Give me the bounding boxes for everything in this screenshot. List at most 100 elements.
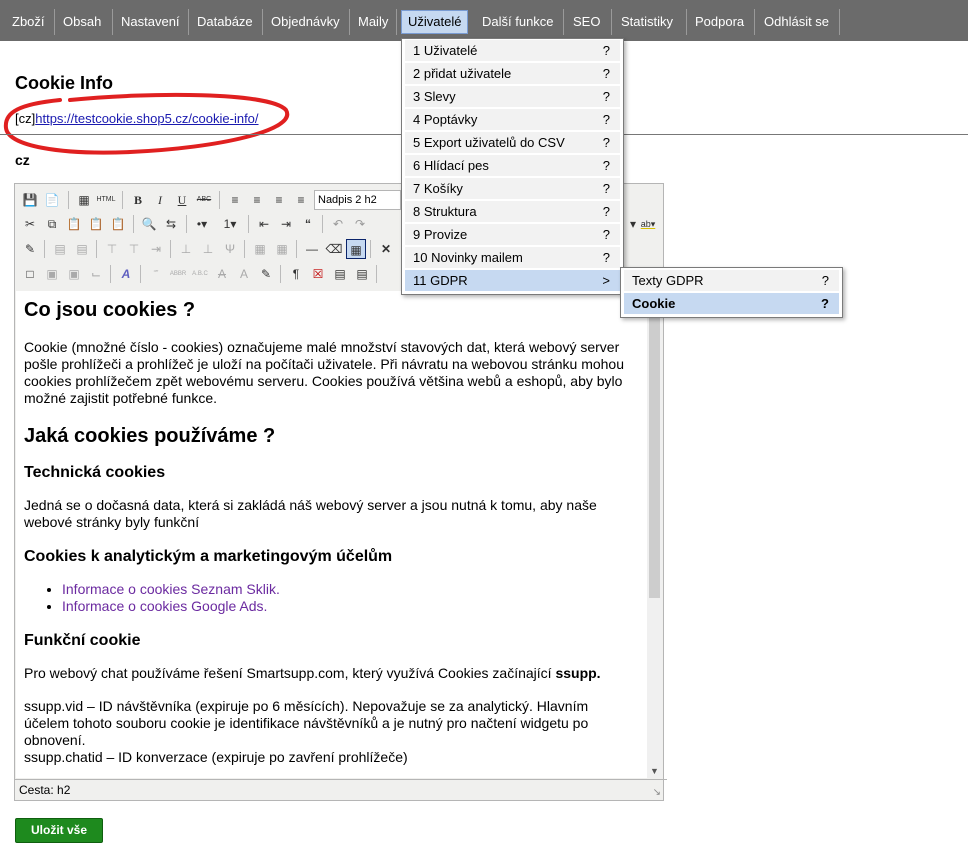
scrollbar-thumb[interactable]	[649, 303, 660, 598]
scroll-down-icon[interactable]: ▼	[650, 766, 659, 776]
nav-item-databaze[interactable]: Databáze	[197, 11, 253, 33]
horizontal-rule-icon[interactable]: —	[302, 239, 322, 259]
split-cells-icon[interactable]: ▦	[250, 239, 270, 259]
nav-item-zbozi[interactable]: Zboží	[12, 11, 45, 33]
align-justify-icon[interactable]: ≡	[291, 190, 311, 210]
cite-icon[interactable]: “”	[146, 264, 166, 284]
delete-row-icon[interactable]: ⇥	[146, 239, 166, 259]
menu-item-uzivatele[interactable]: 1 Uživatelé?	[405, 40, 620, 61]
close-icon[interactable]: ✕	[376, 239, 396, 259]
nav-item-statistiky[interactable]: Statistiky	[621, 11, 673, 33]
help-mark[interactable]: ?	[603, 63, 610, 84]
replace-icon[interactable]: ⇆	[161, 214, 181, 234]
menu-item-export-csv[interactable]: 5 Export uživatelů do CSV?	[405, 132, 620, 153]
menu-item-pridat-uzivatele[interactable]: 2 přidat uživatele?	[405, 63, 620, 84]
delete-text-icon[interactable]: A	[212, 264, 232, 284]
visual-aid-icon[interactable]: ▦	[346, 239, 366, 259]
format-select[interactable]: Nadpis 2 h2	[314, 190, 401, 210]
numbered-list-icon[interactable]: 1▾	[220, 214, 240, 234]
highlight-color-icon[interactable]: ab▾	[638, 214, 658, 234]
nav-item-uzivatele[interactable]: Uživatelé	[401, 10, 469, 34]
align-center-icon[interactable]: ≡	[247, 190, 267, 210]
indent-icon[interactable]: ⇥	[276, 214, 296, 234]
menu-item-provize[interactable]: 9 Provize?	[405, 224, 620, 245]
help-mark[interactable]: ?	[603, 155, 610, 176]
nav-item-objednavky[interactable]: Objednávky	[271, 11, 340, 33]
merge-cells-icon[interactable]: ▦	[272, 239, 292, 259]
align-left-icon[interactable]: ≡	[225, 190, 245, 210]
nonbreaking-icon[interactable]: ☒	[308, 264, 328, 284]
cut-icon[interactable]: ✂	[20, 214, 40, 234]
help-mark[interactable]: ?	[603, 201, 610, 222]
col-after-icon[interactable]: ⊥	[198, 239, 218, 259]
abbr-icon[interactable]: ABBR	[168, 264, 188, 284]
pilcrow-icon[interactable]: ¶	[286, 264, 306, 284]
editor-scrollbar[interactable]: ▼	[647, 291, 662, 778]
new-document-icon[interactable]: 📄	[42, 190, 62, 210]
menu-item-slevy[interactable]: 3 Slevy?	[405, 86, 620, 107]
paste-text-icon[interactable]: 📋	[86, 214, 106, 234]
nav-item-maily[interactable]: Maily	[358, 11, 388, 33]
help-mark[interactable]: ?	[603, 247, 610, 268]
acronym-icon[interactable]: A.B.C	[190, 264, 210, 284]
table-icon[interactable]: ▤	[50, 239, 70, 259]
italic-icon[interactable]: I	[150, 190, 170, 210]
preview-icon[interactable]: ▦	[74, 190, 94, 210]
help-mark[interactable]: ?	[822, 270, 829, 291]
nav-item-nastaveni[interactable]: Nastavení	[121, 11, 180, 33]
move-forward-icon[interactable]: ▣	[42, 264, 62, 284]
copy-icon[interactable]: ⧉	[42, 214, 62, 234]
help-mark[interactable]: ?	[603, 40, 610, 61]
bold-icon[interactable]: B	[128, 190, 148, 210]
table-props-icon[interactable]: ▤	[72, 239, 92, 259]
menu-item-kosiky[interactable]: 7 Košíky?	[405, 178, 620, 199]
help-mark[interactable]: ?	[603, 178, 610, 199]
nav-item-podpora[interactable]: Podpora	[695, 11, 744, 33]
help-mark[interactable]: ?	[603, 132, 610, 153]
strikethrough-icon[interactable]: ABC	[194, 190, 214, 210]
row-before-icon[interactable]: ⊤	[102, 239, 122, 259]
attributes-icon[interactable]: ✎	[256, 264, 276, 284]
menu-item-gdpr[interactable]: 11 GDPR >	[405, 270, 620, 291]
move-backward-icon[interactable]: ▣	[64, 264, 84, 284]
html-source-icon[interactable]: HTML	[96, 190, 116, 210]
help-mark[interactable]: ?	[821, 293, 829, 314]
nav-item-dalsi-funkce[interactable]: Další funkce	[482, 11, 554, 33]
redo-icon[interactable]: ↷	[350, 214, 370, 234]
menu-item-novinky-mailem[interactable]: 10 Novinky mailem?	[405, 247, 620, 268]
blockquote-icon[interactable]: “	[298, 214, 318, 234]
outdent-icon[interactable]: ⇤	[254, 214, 274, 234]
find-icon[interactable]: 🔍	[139, 214, 159, 234]
absolute-icon[interactable]: ⌙	[86, 264, 106, 284]
nav-item-odhlasit[interactable]: Odhlásit se	[764, 11, 829, 33]
align-right-icon[interactable]: ≡	[269, 190, 289, 210]
submenu-item-cookie[interactable]: Cookie?	[624, 293, 839, 314]
edit-css-icon[interactable]: ✎	[20, 239, 40, 259]
menu-item-hlidaci-pes[interactable]: 6 Hlídací pes?	[405, 155, 620, 176]
insert-layer-icon[interactable]: □	[20, 264, 40, 284]
underline-icon[interactable]: U	[172, 190, 192, 210]
save-icon[interactable]: 💾	[20, 190, 40, 210]
content-link[interactable]: Informace o cookies Seznam Sklik.	[62, 581, 280, 597]
remove-format-icon[interactable]: ⌫	[324, 239, 344, 259]
undo-icon[interactable]: ↶	[328, 214, 348, 234]
content-link[interactable]: Informace o cookies Google Ads.	[62, 598, 267, 614]
nav-item-obsah[interactable]: Obsah	[63, 11, 101, 33]
help-mark[interactable]: ?	[603, 86, 610, 107]
pagebreak-icon[interactable]: ▤	[352, 264, 372, 284]
menu-item-poptavky[interactable]: 4 Poptávky?	[405, 109, 620, 130]
paste-word-icon[interactable]: 📋	[108, 214, 128, 234]
menu-item-struktura[interactable]: 8 Struktura?	[405, 201, 620, 222]
resize-handle-icon[interactable]: ↘	[653, 787, 661, 798]
submenu-item-texty-gdpr[interactable]: Texty GDPR?	[624, 270, 839, 291]
row-after-icon[interactable]: ⊤	[124, 239, 144, 259]
editor-content-area[interactable]: Co jsou cookies ? Cookie (množné číslo -…	[16, 291, 647, 778]
styles-icon[interactable]: A	[116, 264, 136, 284]
help-mark[interactable]: ?	[603, 224, 610, 245]
col-before-icon[interactable]: ⊥	[176, 239, 196, 259]
insert-text-icon[interactable]: A	[234, 264, 254, 284]
help-mark[interactable]: ?	[603, 109, 610, 130]
nav-item-seo[interactable]: SEO	[573, 11, 600, 33]
template-icon[interactable]: ▤	[330, 264, 350, 284]
paste-icon[interactable]: 📋	[64, 214, 84, 234]
